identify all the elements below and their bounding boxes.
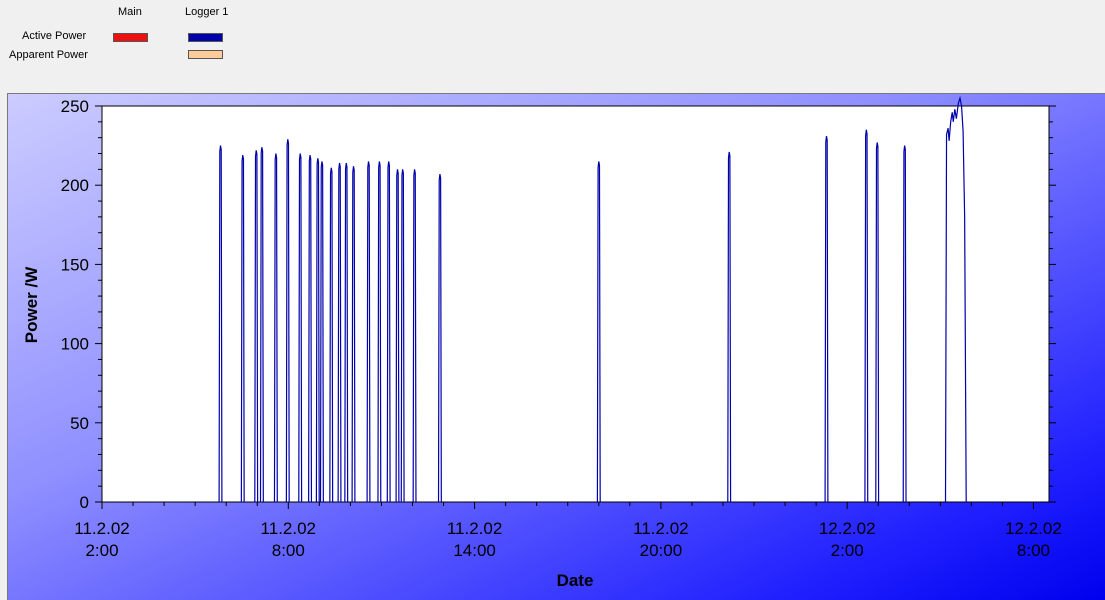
- x-tick-label-time: 8:00: [272, 541, 305, 560]
- x-tick-label-date: 12.2.02: [819, 519, 876, 538]
- y-axis-label: Power /W: [22, 266, 41, 343]
- x-tick-label-date: 11.2.02: [447, 519, 502, 538]
- y-tick-label: 250: [61, 97, 89, 116]
- x-tick-label-time: 8:00: [1017, 541, 1050, 560]
- x-tick-label-time: 2:00: [85, 541, 118, 560]
- x-tick-label-date: 11.2.02: [74, 519, 129, 538]
- x-axis: 11.2.02 2:00 11.2.02 8:00 11.2.02 14:00 11.2.0…: [74, 502, 1062, 560]
- x-tick-label-time: 14:00: [453, 541, 496, 560]
- y-tick-label: 50: [70, 414, 89, 433]
- y-tick-label: 150: [61, 255, 89, 274]
- power-chart: 050100150200250 11.2.022:0011.2.028:0011…: [22, 95, 1062, 590]
- x-tick-label-date: 11.2.02: [633, 519, 688, 538]
- x-tick-label-date: 12.2.02: [1005, 519, 1062, 538]
- x-tick-label-time: 2:00: [831, 541, 864, 560]
- y-tick-label: 100: [61, 335, 89, 354]
- x-tick-label-date: 11.2.02: [261, 519, 316, 538]
- y-tick-label: 200: [61, 176, 89, 195]
- x-axis-label: Date: [557, 571, 594, 590]
- x-tick-label-time: 20:00: [640, 541, 683, 560]
- y-tick-label: 0: [80, 493, 89, 512]
